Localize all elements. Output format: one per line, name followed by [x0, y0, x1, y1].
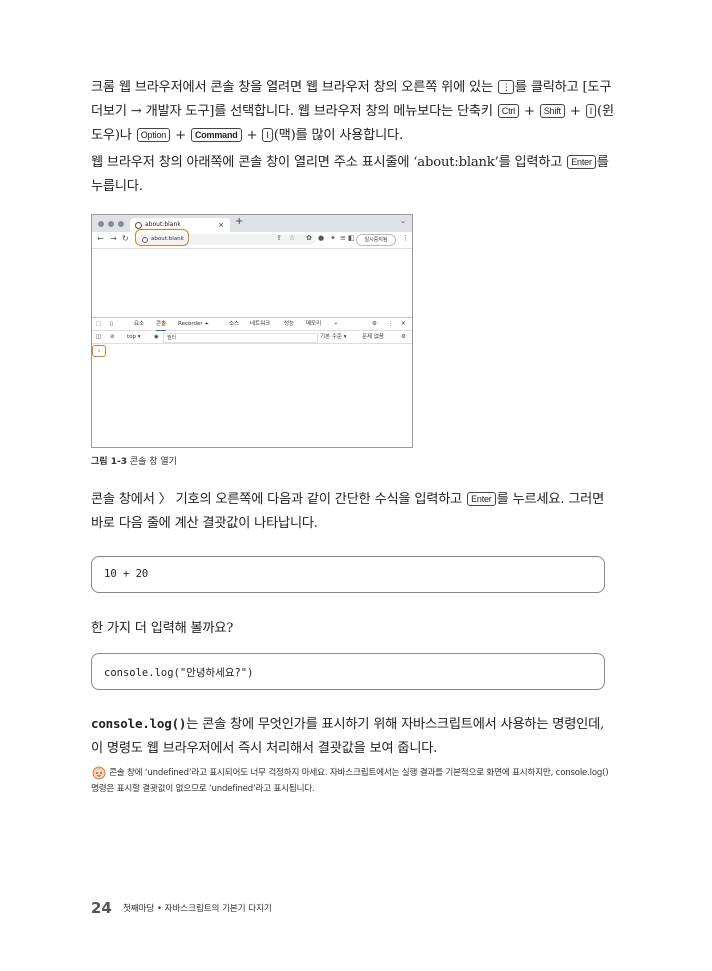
gear-icon: ⚙ [372, 321, 377, 327]
plus-sign: + [175, 128, 186, 143]
tab-console: 콘솔 [156, 318, 167, 331]
sidebar-icon: ◫ [96, 334, 102, 340]
eye-icon: ◉ [154, 334, 159, 340]
inspect-icon: ⬚ [96, 321, 102, 327]
plus-sign: + [246, 128, 258, 143]
more-icon: ⋮ [388, 321, 394, 327]
tab-network: 네트워크 [250, 321, 271, 327]
console-prompt: › [92, 345, 106, 357]
tab-memory: 메모리 [306, 321, 322, 327]
forward-icon: → [110, 234, 117, 243]
figure-caption: 그림 1-3 콘솔 창 열기 [91, 454, 177, 467]
sidepanel-icon: ◧ [348, 234, 355, 242]
code-block: 10 + 20 [91, 556, 605, 593]
paragraph-enter-expression: 콘솔 창에서 〉 기호의 오른쪽에 다음과 같이 간단한 수식을 입력하고 En… [91, 488, 616, 536]
close-icon: × [218, 221, 224, 229]
devtools-tabs: ⬚ ▯ 요소 콘솔 Recorder ⏶ 소스 네트워크 성능 메모리 » ⚙ … [92, 318, 412, 331]
text: 콘솔 창에서 〉 기호의 오른쪽에 다음과 같이 간단한 수식을 입력하고 [91, 492, 463, 507]
url-highlight [135, 229, 189, 246]
star-icon: ☆ [289, 234, 296, 242]
text: 크롬 웹 브라우저에서 콘솔 창을 열려면 웹 브라우저 창의 오른쪽 위에 있… [91, 80, 493, 95]
window-control-dot [118, 221, 124, 227]
plus-sign: + [569, 104, 581, 119]
console-filter-bar: ◫ ⊘ top ▾ ◉ 필터 기본 수준 ▾ 문제 없음 ⚙ [92, 331, 412, 344]
share-icon: ⇪ [276, 234, 282, 242]
devtools-panel: ⬚ ▯ 요소 콘솔 Recorder ⏶ 소스 네트워크 성능 메모리 » ⚙ … [92, 317, 412, 447]
paragraph-one-more: 한 가지 더 입력해 볼까요? [91, 617, 616, 641]
code-text: console.log("안녕하세요?") [104, 667, 254, 679]
more-icon: ⋮ [402, 234, 409, 242]
context-select: top ▾ [127, 334, 141, 340]
window-control-dot [98, 221, 104, 227]
extension-icon: ✿ [306, 234, 312, 242]
tab-more: » [334, 321, 338, 327]
shift-key: Shift [539, 104, 565, 118]
command-key: Command [190, 128, 242, 142]
code-text: 10 + 20 [104, 568, 149, 580]
extension-icon: ● [318, 234, 325, 242]
i-key: I [585, 104, 597, 118]
close-icon: ✕ [401, 321, 406, 327]
paragraph-console-shortcut: 크롬 웹 브라우저에서 콘솔 창을 열려면 웹 브라우저 창의 오른쪽 위에 있… [91, 76, 616, 148]
device-icon: ▯ [110, 321, 114, 327]
back-icon: ← [97, 234, 104, 243]
media-icon: ≡ [340, 234, 346, 242]
page-number: 24 [91, 899, 112, 917]
running-title: 첫째마당 • 자바스크립트의 기본기 다지기 [122, 904, 272, 914]
enter-key: Enter [567, 155, 596, 169]
filter-input: 필터 [163, 333, 318, 343]
chevron-down-icon: ⌄ [400, 217, 406, 225]
text: (맥)를 많이 사용합니다. [273, 128, 403, 143]
clear-icon: ⊘ [110, 334, 115, 340]
window-control-dot [108, 221, 114, 227]
reload-icon: ↻ [122, 234, 129, 243]
browser-screenshot-figure: about:blank × + ⌄ ← → ↻ about:blank ⇪ ☆ … [91, 214, 413, 448]
tab-sources: 소스 [229, 321, 240, 327]
enter-key: Enter [467, 492, 496, 506]
note-text: 콘솔 창에 ‘undefined’라고 표시되어도 너무 걱정하지 마세요. 자… [91, 768, 609, 794]
text: 한 가지 더 입력해 볼까요? [91, 621, 234, 636]
tab-performance: 성능 [284, 321, 295, 327]
puzzle-icon: ✦ [330, 234, 336, 242]
new-tab-icon: + [235, 216, 244, 227]
note: 콘솔 창에 ‘undefined’라고 표시되어도 너무 걱정하지 마세요. 자… [91, 765, 616, 797]
plus-sign: + [523, 104, 535, 119]
profile-button: 일시중지됨 [356, 234, 396, 246]
code-block: console.log("안녕하세요?") [91, 653, 605, 690]
ctrl-key: Ctrl [497, 104, 519, 118]
i-key: I [262, 128, 273, 142]
globe-icon [135, 222, 142, 229]
kebab-menu-key: ⋮ [497, 80, 514, 94]
issues-badge: 문제 없음 [362, 334, 384, 340]
paragraph-console-log: console.log()는 콘솔 창에 무엇인가를 표시하기 위해 자바스크립… [91, 712, 616, 761]
caption-text: 콘솔 창 열기 [129, 457, 177, 467]
inline-code: console.log() [91, 716, 187, 731]
tab-elements: 요소 [134, 321, 145, 327]
caption-label: 그림 1-3 [91, 457, 127, 467]
text: 웹 브라우저 창의 아래쪽에 콘솔 창이 열리면 주소 표시줄에 ‘about:… [91, 155, 563, 170]
option-key: Option [136, 128, 171, 142]
paragraph-about-blank: 웹 브라우저 창의 아래쪽에 콘솔 창이 열리면 주소 표시줄에 ‘about:… [91, 151, 616, 199]
page-footer: 24 첫째마당 • 자바스크립트의 기본기 다지기 [91, 898, 272, 917]
gear-icon: ⚙ [401, 334, 406, 340]
tab-recorder: Recorder ⏶ [178, 321, 209, 327]
level-select: 기본 수준 ▾ [320, 334, 347, 340]
